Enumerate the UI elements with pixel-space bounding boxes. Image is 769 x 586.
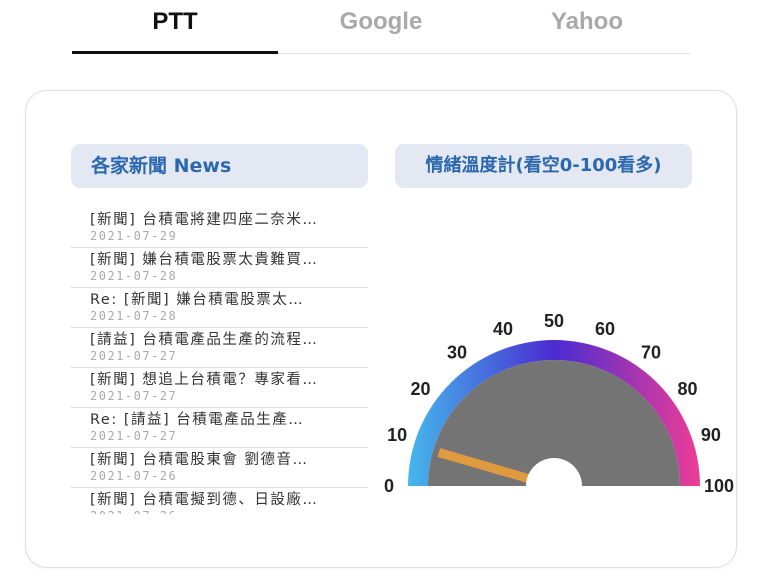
news-item[interactable]: Re: [請益] 台積電產品生產… 2021-07-27	[71, 408, 368, 448]
news-date: 2021-07-28	[90, 309, 178, 323]
gauge-tick-label: 20	[410, 379, 430, 399]
news-title: [新聞] 想追上台積電？專家看…	[90, 372, 319, 388]
gauge-tick-label: 10	[387, 425, 407, 445]
active-tab-indicator	[72, 51, 278, 54]
gauge-tick-label: 100	[704, 476, 734, 496]
gauge-tick-label: 30	[447, 343, 467, 363]
news-date: 2021-07-26	[90, 509, 368, 514]
gauge-tick-label: 60	[595, 319, 615, 339]
news-item[interactable]: Re: [新聞] 嫌台積電股票太… 2021-07-28	[71, 288, 368, 328]
gauge-tick-label: 80	[677, 379, 697, 399]
gauge-tick-label: 70	[641, 343, 661, 363]
news-date: 2021-07-27	[90, 429, 178, 443]
news-title: [新聞] 台積電擬到德、日設廠…	[90, 492, 319, 508]
news-date: 2021-07-28	[90, 269, 178, 283]
news-title: [新聞] 嫌台積電股票太貴難買…	[90, 252, 319, 268]
gauge-heading: 情緒溫度計(看空0-100看多)	[395, 144, 692, 188]
tab-yahoo[interactable]: Yahoo	[484, 8, 690, 36]
sentiment-gauge: 0 10 20 30 40 50 60 70 80 90 100	[384, 311, 734, 496]
news-item[interactable]: [新聞] 台積電股東會 劉德音… 2021-07-26	[71, 448, 368, 488]
gauge-tick-label: 90	[701, 425, 721, 445]
news-date: 2021-07-29	[90, 229, 178, 243]
news-title: [新聞] 台積電股東會 劉德音…	[90, 452, 309, 468]
gauge-tick-label: 40	[493, 319, 513, 339]
news-title: [請益] 台積電產品生產的流程…	[90, 332, 319, 348]
news-title: [新聞] 台積電將建四座二奈米…	[90, 212, 319, 228]
news-item[interactable]: [請益] 台積電產品生產的流程… 2021-07-27	[71, 328, 368, 368]
gauge-tick-label: 0	[384, 476, 394, 496]
news-date: 2021-07-27	[90, 349, 178, 363]
tab-google[interactable]: Google	[278, 8, 484, 36]
news-title: Re: [請益] 台積電產品生產…	[90, 412, 305, 428]
gauge-tick-label: 50	[544, 311, 564, 331]
source-tabs: PTT Google Yahoo	[72, 0, 690, 54]
news-list: [新聞] 台積電將建四座二奈米… 2021-07-29 [新聞] 嫌台積電股票太…	[71, 208, 368, 514]
news-item[interactable]: [新聞] 想追上台積電？專家看… 2021-07-27	[71, 368, 368, 408]
content-card: 各家新聞 News 情緒溫度計(看空0-100看多) [新聞] 台積電將建四座二…	[25, 90, 737, 568]
tab-ptt[interactable]: PTT	[72, 8, 278, 36]
news-item[interactable]: [新聞] 台積電擬到德、日設廠… 2021-07-26	[71, 488, 368, 514]
news-date: 2021-07-27	[90, 389, 178, 403]
news-date: 2021-07-26	[90, 469, 178, 483]
news-item[interactable]: [新聞] 台積電將建四座二奈米… 2021-07-29	[71, 208, 368, 248]
news-item[interactable]: [新聞] 嫌台積電股票太貴難買… 2021-07-28	[71, 248, 368, 288]
news-title: Re: [新聞] 嫌台積電股票太…	[90, 292, 305, 308]
news-heading: 各家新聞 News	[71, 144, 368, 188]
